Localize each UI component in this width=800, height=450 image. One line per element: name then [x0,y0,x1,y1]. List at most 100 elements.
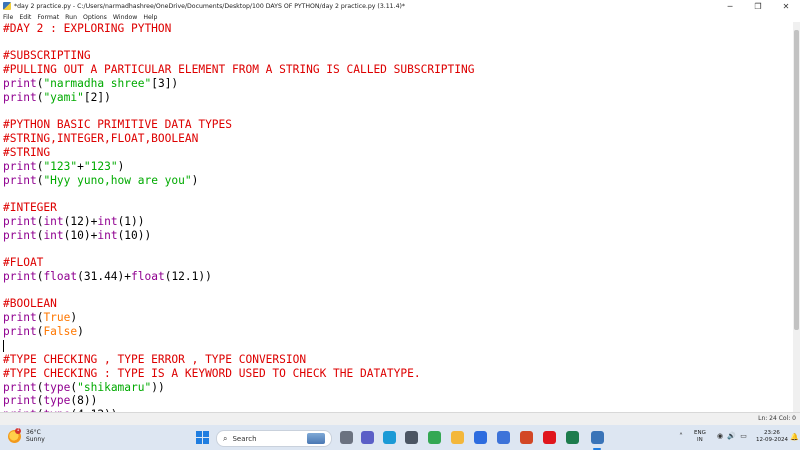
code-token: (12.1)) [164,270,212,283]
menu-file[interactable]: File [0,14,16,21]
code-line: print(False) [3,325,84,339]
code-token: (1)) [117,215,145,228]
start-button[interactable] [196,431,209,444]
code-token: (10)) [117,229,152,242]
weather-description: Sunny [26,436,45,443]
vertical-scrollbar[interactable] [793,22,800,412]
menu-options[interactable]: Options [80,14,110,21]
windows-logo-tile [203,431,209,437]
whiteboard-icon[interactable] [474,431,487,444]
language-indicator[interactable]: ENG IN [694,430,706,444]
code-token: int [43,229,64,242]
show-hidden-icons-button[interactable]: ˄ [679,432,683,441]
code-line: #BOOLEAN [3,297,57,311]
code-token: True [43,311,71,324]
taskbar-search-box[interactable]: ⌕ Search [216,430,332,447]
code-token: "123" [83,160,118,173]
cursor-position: Ln: 24 Col: 0 [758,415,796,422]
code-line: #STRING,INTEGER,FLOAT,BOOLEAN [3,132,198,146]
menu-window[interactable]: Window [110,14,140,21]
code-token: #BOOLEAN [3,297,57,310]
code-line: print(float(31.44)+float(12.1)) [3,270,212,284]
opera-icon[interactable] [543,431,556,444]
code-editor[interactable]: #DAY 2 : EXPLORING PYTHON #SUBSCRIPTING #P… [0,22,793,412]
code-token: #PYTHON BASIC PRIMITIVE DATA TYPES [3,118,233,131]
code-token: float [131,270,165,283]
code-line: #PULLING OUT A PARTICULAR ELEMENT FROM A… [3,63,474,77]
clock[interactable]: 23:26 12-09-2024 [756,430,788,444]
close-button[interactable]: ✕ [772,0,800,12]
minimize-button[interactable]: ─ [716,0,744,12]
windows-logo-tile [196,438,202,444]
system-tray-icons[interactable]: ◉ 🔊 ▭ [717,432,748,440]
code-token: [3]) [151,77,179,90]
text-cursor [3,340,4,352]
menu-run[interactable]: Run [62,14,80,21]
code-token: #TYPE CHECKING , TYPE ERROR , TYPE CONVE… [3,353,307,366]
code-line: #DAY 2 : EXPLORING PYTHON [3,22,171,36]
code-token: print [3,160,37,173]
file-manager-icon[interactable] [340,431,353,444]
scrollbar-thumb[interactable] [794,30,799,330]
menu-edit[interactable]: Edit [16,14,34,21]
code-token: print [3,215,37,228]
clock-date: 12-09-2024 [756,437,788,443]
menu-help[interactable]: Help [140,14,160,21]
code-token: [2]) [83,91,111,104]
code-token: type [43,381,71,394]
window-controls: ─ ❐ ✕ [716,0,800,12]
code-token: ) [77,325,84,338]
excel-icon[interactable] [566,431,579,444]
code-token: int [43,215,64,228]
code-token: print [3,77,37,90]
code-token: print [3,270,37,283]
code-token: #DAY 2 : EXPLORING PYTHON [3,22,172,35]
code-line: #FLOAT [3,256,43,270]
chrome-icon[interactable] [428,431,441,444]
notification-badge: 1 [15,427,21,434]
powerpoint-icon[interactable] [520,431,533,444]
code-line: print(type(8)) [3,394,97,408]
code-token: #PULLING OUT A PARTICULAR ELEMENT FROM A… [3,63,475,76]
edge-icon[interactable] [383,431,396,444]
menu-bar: File Edit Format Run Options Window Help [0,12,800,22]
code-line: #TYPE CHECKING , TYPE ERROR , TYPE CONVE… [3,353,306,367]
code-line: print("yami"[2]) [3,91,111,105]
code-line: print("narmadha shree"[3]) [3,77,178,91]
store-icon[interactable] [497,431,510,444]
code-token: "Hyy yuno,how are you" [43,174,192,187]
weather-widget[interactable]: 1 36°C Sunny [8,427,45,443]
search-highlight-image [307,433,325,444]
code-token: "123" [43,160,78,173]
menu-format[interactable]: Format [34,14,62,21]
maximize-button[interactable]: ❐ [744,0,772,12]
code-token: type [43,394,71,407]
editor-status-bar: Ln: 24 Col: 0 [0,412,800,425]
code-line: #SUBSCRIPTING [3,49,91,63]
windows-logo-tile [203,438,209,444]
sun-icon: 1 [8,427,21,443]
code-token: int [97,229,118,242]
search-icon: ⌕ [223,433,228,443]
settings-icon[interactable] [405,431,418,444]
clock-time: 23:26 [764,430,780,436]
code-token: #TYPE CHECKING : TYPE IS A KEYWORD USED … [3,367,421,380]
code-token: False [43,325,78,338]
code-line: print(type("shikamaru")) [3,381,165,395]
folder-icon[interactable] [451,431,464,444]
language-code: ENG [694,430,706,436]
teams-icon[interactable] [361,431,374,444]
search-label: Search [232,434,257,443]
code-token: ) [117,160,125,173]
code-token: "narmadha shree" [43,77,152,90]
code-line: print("Hyy yuno,how are you") [3,174,198,188]
code-token: #STRING [3,146,51,159]
title-bar[interactable]: *day 2 practice.py - C:/Users/narmadhash… [0,0,800,12]
python-idle-icon[interactable] [591,431,604,444]
weather-text: 36°C Sunny [26,429,45,443]
code-token: #STRING,INTEGER,FLOAT,BOOLEAN [3,132,199,145]
weather-temperature: 36°C [26,429,41,436]
code-line: #INTEGER [3,201,57,215]
notification-bell-icon[interactable]: 🔔 [790,433,799,441]
code-line: print(int(12)+int(1)) [3,215,145,229]
